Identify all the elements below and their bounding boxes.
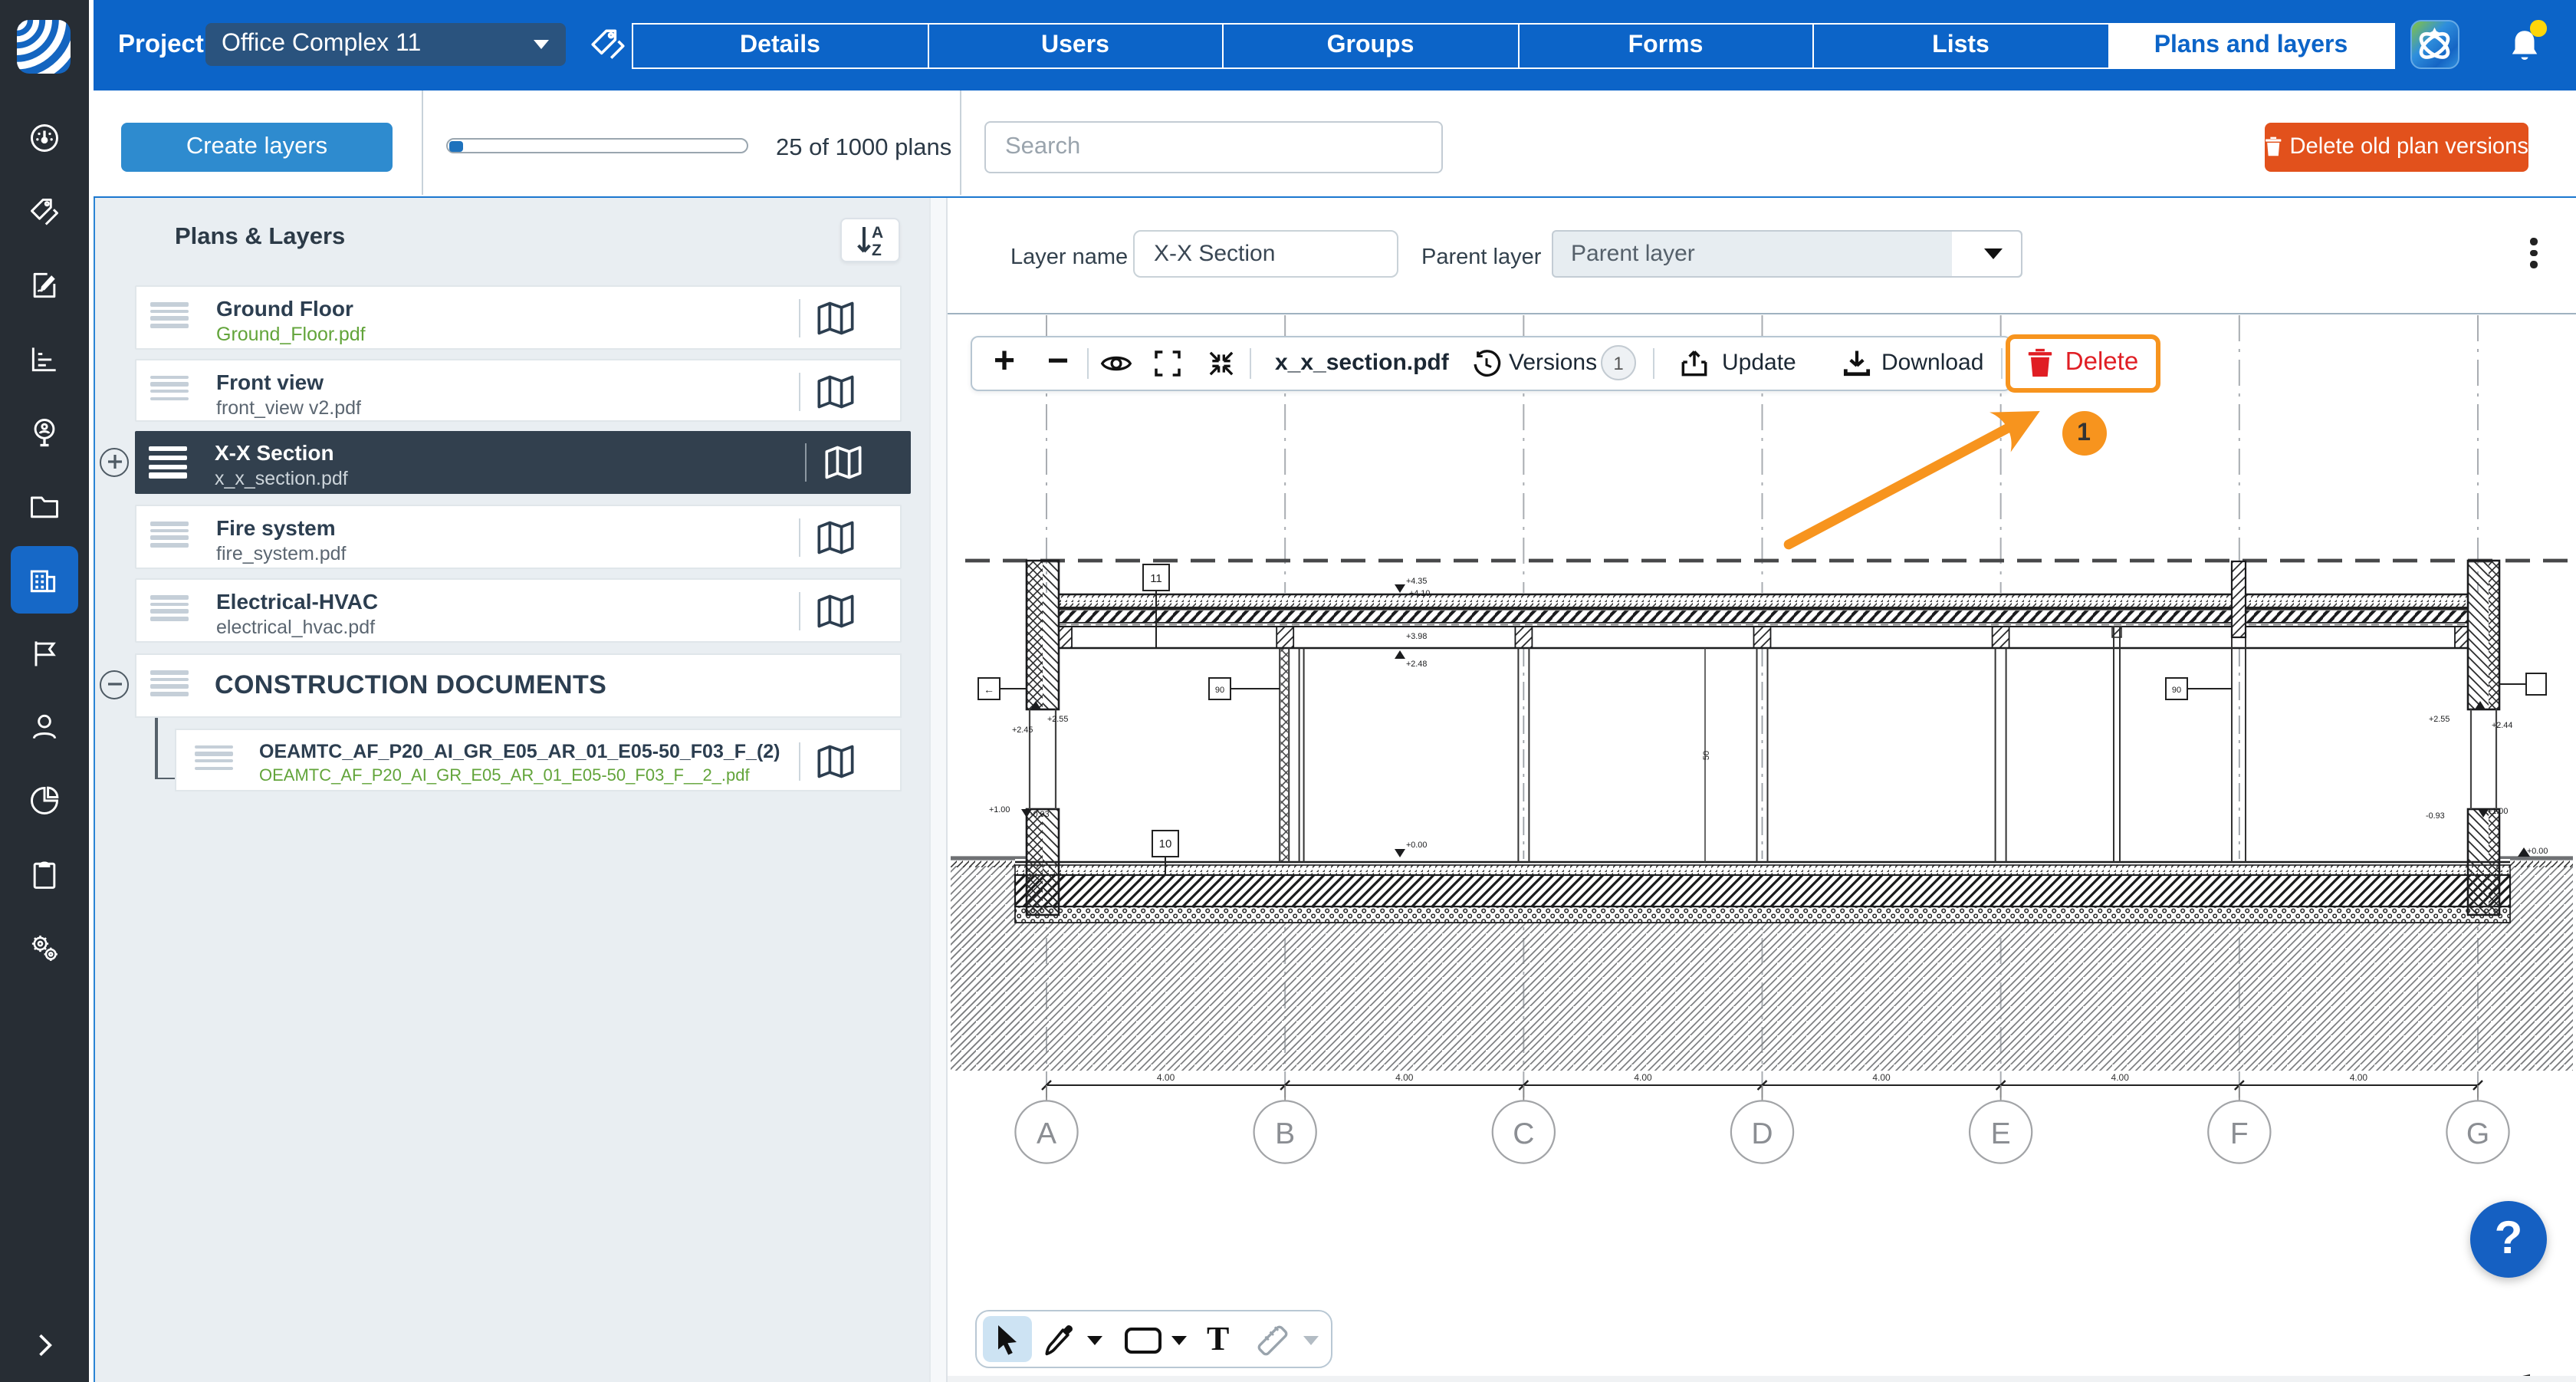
svg-text:Z: Z: [872, 242, 882, 259]
svg-text:90: 90: [2172, 685, 2181, 694]
svg-text:90: 90: [1215, 685, 1224, 694]
svg-text:A: A: [1037, 1117, 1056, 1150]
svg-text:4.00: 4.00: [2111, 1071, 2130, 1082]
svg-text:50: 50: [1702, 750, 1711, 759]
svg-text:+4.35: +4.35: [1406, 576, 1427, 585]
svg-text:+2.45: +2.45: [1012, 725, 1033, 734]
svg-text:+1.00: +1.00: [989, 805, 1010, 814]
svg-text:A: A: [872, 224, 883, 242]
svg-text:-0.93: -0.93: [1030, 809, 1050, 818]
svg-text:+3.98: +3.98: [1406, 631, 1427, 640]
svg-text:4.00: 4.00: [1395, 1071, 1414, 1082]
svg-text:10: 10: [1159, 837, 1172, 850]
svg-text:D: D: [1751, 1117, 1773, 1150]
svg-text:4.00: 4.00: [1634, 1071, 1652, 1082]
svg-text:4.00: 4.00: [2350, 1071, 2368, 1082]
svg-text:4.00: 4.00: [1157, 1071, 1175, 1082]
svg-text:+0.00: +0.00: [2527, 846, 2548, 855]
svg-text:+4.10: +4.10: [1409, 588, 1430, 597]
svg-text:E: E: [1991, 1117, 2011, 1150]
svg-text:+1.00: +1.00: [2487, 806, 2508, 815]
svg-text:+2.55: +2.55: [2429, 714, 2450, 723]
svg-text:11: 11: [1150, 571, 1162, 584]
svg-text:+0.00: +0.00: [1406, 840, 1427, 849]
svg-text:+2.44: +2.44: [2492, 720, 2512, 729]
svg-text:G: G: [2466, 1117, 2489, 1150]
svg-text:4.00: 4.00: [1872, 1071, 1891, 1082]
svg-text:-0.93: -0.93: [2426, 811, 2445, 820]
svg-text:C: C: [1513, 1117, 1534, 1150]
svg-text:+2.48: +2.48: [1406, 659, 1427, 668]
svg-text:+2.55: +2.55: [1047, 714, 1068, 723]
svg-text:F: F: [2230, 1117, 2249, 1150]
svg-text:B: B: [1275, 1117, 1295, 1150]
svg-text:←: ←: [984, 683, 994, 695]
